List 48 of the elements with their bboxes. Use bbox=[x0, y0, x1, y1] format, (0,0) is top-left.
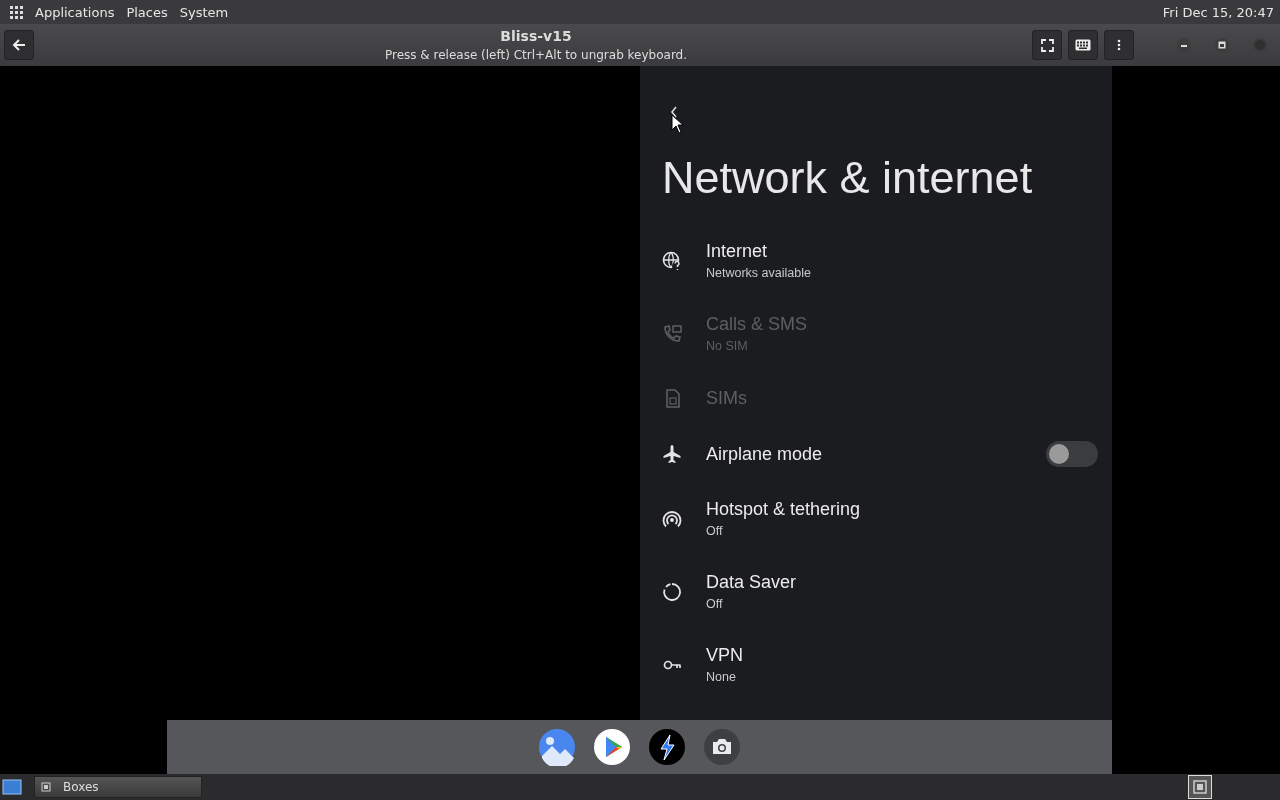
back-arrow-icon bbox=[12, 38, 26, 52]
lightning-icon[interactable] bbox=[648, 728, 686, 766]
item-title: Data Saver bbox=[706, 572, 798, 593]
window-icon bbox=[41, 782, 51, 792]
globe-icon bbox=[662, 250, 682, 271]
settings-item[interactable]: Hotspot & tethering Off bbox=[662, 482, 1112, 555]
play-store-icon[interactable] bbox=[593, 728, 631, 766]
item-title: Internet bbox=[706, 241, 769, 262]
item-title: Hotspot & tethering bbox=[706, 499, 862, 520]
data-saver-icon bbox=[662, 581, 682, 602]
fullscreen-button[interactable] bbox=[1032, 30, 1062, 60]
item-summary: No SIM bbox=[706, 339, 749, 353]
mouse-pointer-icon bbox=[671, 114, 683, 134]
item-summary: Off bbox=[706, 597, 724, 611]
settings-item[interactable]: Internet Networks available bbox=[662, 224, 1112, 297]
item-summary: None bbox=[706, 670, 737, 684]
menu-item[interactable]: Applications bbox=[35, 4, 115, 20]
fullscreen-icon bbox=[1040, 38, 1054, 52]
window-subtitle: Press & release (left) Ctrl+Alt to ungrab keyboard. bbox=[384, 48, 688, 62]
clock[interactable]: Fri Dec 15, 20:47 bbox=[1162, 4, 1274, 20]
hotspot-icon bbox=[662, 508, 682, 529]
gallery-icon[interactable] bbox=[538, 728, 576, 766]
keyboard-icon bbox=[1075, 39, 1091, 51]
window-title: Bliss-v15 bbox=[500, 28, 572, 44]
item-summary: Networks available bbox=[706, 266, 812, 280]
minimize-button[interactable] bbox=[1176, 37, 1192, 53]
app-grid-icon[interactable] bbox=[10, 5, 23, 19]
phone-icon bbox=[662, 323, 682, 344]
menu-item[interactable]: System bbox=[179, 4, 229, 20]
settings-item[interactable]: Data Saver Off bbox=[662, 555, 1112, 628]
item-title: Calls & SMS bbox=[706, 314, 809, 335]
item-summary: Off bbox=[706, 524, 724, 538]
maximize-button[interactable] bbox=[1214, 37, 1230, 53]
taskbar-window-button[interactable]: Boxes bbox=[34, 776, 202, 798]
item-title: VPN bbox=[706, 645, 744, 666]
back-button[interactable] bbox=[4, 30, 34, 60]
settings-item[interactable]: VPN None bbox=[662, 628, 1112, 701]
settings-item[interactable]: Airplane mode bbox=[662, 426, 1112, 482]
keyboard-button[interactable] bbox=[1068, 30, 1098, 60]
airplane-icon bbox=[662, 444, 682, 464]
item-title: Airplane mode bbox=[706, 443, 824, 465]
item-title: SIMs bbox=[706, 387, 748, 409]
workspace-switcher[interactable] bbox=[1188, 775, 1212, 799]
toggle-switch[interactable] bbox=[1046, 441, 1098, 467]
more-icon bbox=[1117, 39, 1121, 51]
menu-item[interactable]: Places bbox=[126, 4, 168, 20]
camera-icon[interactable] bbox=[703, 728, 741, 766]
page-title: Network & internet bbox=[662, 152, 1034, 204]
